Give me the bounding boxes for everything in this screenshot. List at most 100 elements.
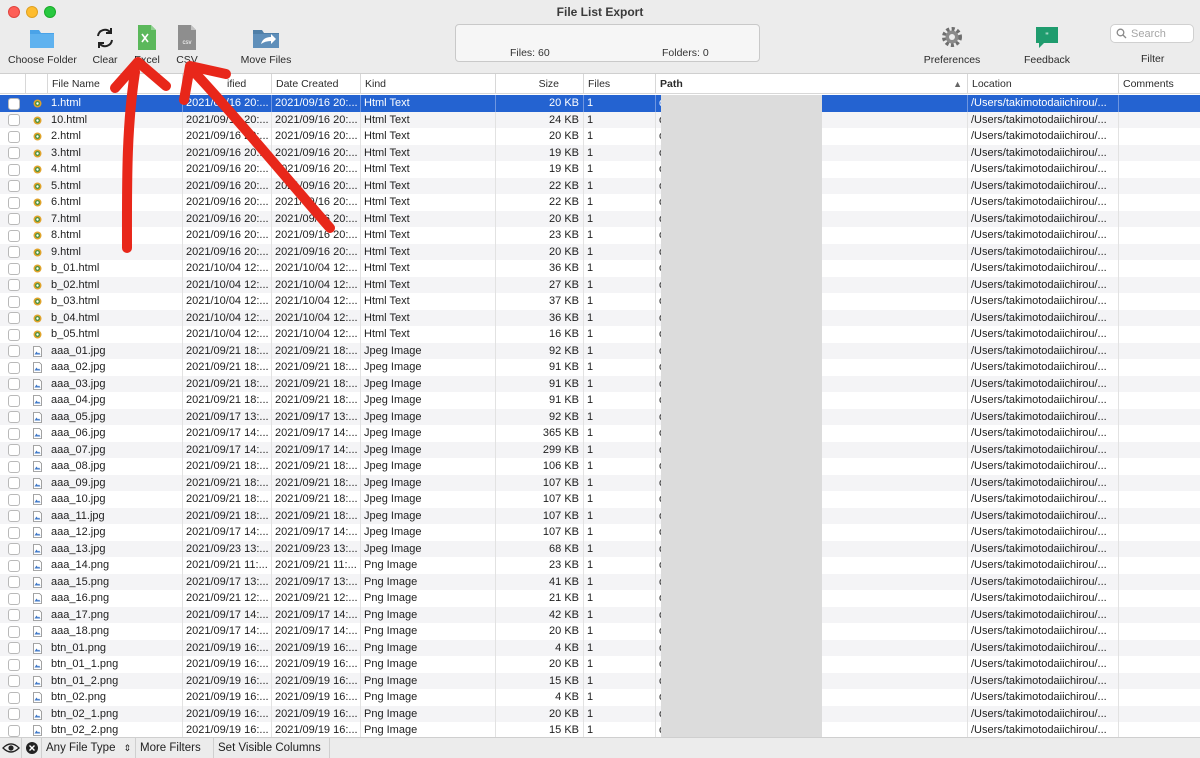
table-row[interactable]: aaa_13.jpg 2021/09/23 13:... 2021/09/23 13… [0,540,1200,558]
cell-comments[interactable] [1119,640,1200,657]
row-checkbox[interactable] [8,691,20,704]
cell-comments[interactable] [1119,128,1200,145]
row-checkbox[interactable] [8,526,20,539]
row-checkbox[interactable] [8,312,20,324]
row-checkbox[interactable] [8,658,20,671]
table-row[interactable]: 1.html 2021/09/16 20:... 2021/09/16 20:...… [0,95,1200,112]
cell-comments[interactable] [1119,607,1200,624]
row-checkbox[interactable] [8,246,20,258]
table-row[interactable]: b_02.html 2021/10/04 12:... 2021/10/04 12:… [0,276,1200,294]
header-path[interactable]: Path ▲ [656,74,968,94]
table-row[interactable]: aaa_07.jpg 2021/09/17 14:... 2021/09/17 14… [0,441,1200,459]
cell-comments[interactable] [1119,574,1200,591]
table-row[interactable]: aaa_17.png 2021/09/17 14:... 2021/09/17 14… [0,606,1200,624]
header-date-created[interactable]: Date Created [272,74,361,94]
table-row[interactable]: btn_01.png 2021/09/19 16:... 2021/09/19 16… [0,639,1200,657]
cell-comments[interactable] [1119,112,1200,129]
table-row[interactable]: aaa_03.jpg 2021/09/21 18:... 2021/09/21 18… [0,375,1200,393]
row-checkbox[interactable] [8,262,20,275]
search-box[interactable] [1110,24,1194,43]
cell-comments[interactable] [1119,442,1200,459]
cell-comments[interactable] [1119,211,1200,228]
cell-comments[interactable] [1119,244,1200,261]
row-checkbox[interactable] [8,675,20,687]
row-checkbox[interactable] [8,114,20,126]
cell-comments[interactable] [1119,194,1200,211]
table-row[interactable]: aaa_16.png 2021/09/21 12:... 2021/09/21 12… [0,590,1200,607]
cell-comments[interactable] [1119,623,1200,640]
cell-comments[interactable] [1119,260,1200,277]
clear-button[interactable]: Clear [88,24,122,66]
cell-comments[interactable] [1119,541,1200,558]
more-filters-button[interactable]: More Filters [136,738,214,758]
row-checkbox[interactable] [8,576,20,588]
cell-comments[interactable] [1119,656,1200,673]
table-row[interactable]: aaa_11.jpg 2021/09/21 18:... 2021/09/21 18… [0,507,1200,525]
cell-comments[interactable] [1119,277,1200,294]
row-checkbox[interactable] [8,180,20,192]
cell-comments[interactable] [1119,491,1200,508]
header-checkbox-column[interactable] [0,74,26,94]
table-row[interactable]: aaa_06.jpg 2021/09/17 14:... 2021/09/17 14… [0,425,1200,442]
row-checkbox[interactable] [8,213,20,225]
table-row[interactable]: aaa_04.jpg 2021/09/21 18:... 2021/09/21 18… [0,392,1200,409]
cell-comments[interactable] [1119,508,1200,525]
row-checkbox[interactable] [8,279,20,291]
table-row[interactable]: aaa_12.jpg 2021/09/17 14:... 2021/09/17 14… [0,524,1200,541]
cell-comments[interactable] [1119,673,1200,690]
row-checkbox[interactable] [8,328,20,341]
table-row[interactable]: btn_02.png 2021/09/19 16:... 2021/09/19 16… [0,689,1200,706]
cell-comments[interactable] [1119,590,1200,607]
row-checkbox[interactable] [8,510,20,522]
cell-comments[interactable] [1119,409,1200,426]
row-checkbox[interactable] [8,196,20,209]
header-location[interactable]: Location [968,74,1119,94]
cell-comments[interactable] [1119,326,1200,343]
row-checkbox[interactable] [8,345,20,357]
row-checkbox[interactable] [8,444,20,456]
table-row[interactable]: b_03.html 2021/10/04 12:... 2021/10/04 12:… [0,293,1200,310]
cell-comments[interactable] [1119,145,1200,162]
cell-comments[interactable] [1119,722,1200,737]
table-row[interactable]: 7.html 2021/09/16 20:... 2021/09/16 20:...… [0,210,1200,228]
table-row[interactable]: 9.html 2021/09/16 20:... 2021/09/16 20:...… [0,243,1200,261]
row-checkbox[interactable] [8,427,20,440]
cell-comments[interactable] [1119,689,1200,706]
row-checkbox[interactable] [8,394,20,407]
table-row[interactable]: aaa_09.jpg 2021/09/21 18:... 2021/09/21 18… [0,474,1200,491]
cell-comments[interactable] [1119,343,1200,360]
cell-comments[interactable] [1119,425,1200,442]
header-file-name[interactable]: File Name [48,74,183,94]
row-checkbox[interactable] [8,559,20,572]
row-checkbox[interactable] [8,295,20,308]
table-row[interactable]: aaa_10.jpg 2021/09/21 18:... 2021/09/21 18… [0,491,1200,508]
header-size[interactable]: Size [496,74,584,94]
row-checkbox[interactable] [8,477,20,489]
table-row[interactable]: aaa_15.png 2021/09/17 13:... 2021/09/17 13… [0,573,1200,591]
table-row[interactable]: btn_01_1.png 2021/09/19 16:... 2021/09/19 … [0,656,1200,673]
row-checkbox[interactable] [8,642,20,654]
table-row[interactable]: aaa_05.jpg 2021/09/17 13:... 2021/09/17 13… [0,408,1200,426]
table-row[interactable]: btn_01_2.png 2021/09/19 16:... 2021/09/19 … [0,672,1200,690]
table-row[interactable]: aaa_02.jpg 2021/09/21 18:... 2021/09/21 18… [0,359,1200,376]
row-checkbox[interactable] [8,609,20,621]
excel-export-button[interactable]: Excel [132,24,162,66]
cell-comments[interactable] [1119,392,1200,409]
table-row[interactable]: btn_02_1.png 2021/09/19 16:... 2021/09/19 … [0,705,1200,722]
header-icon-column[interactable] [26,74,48,94]
table-row[interactable]: 3.html 2021/09/16 20:... 2021/09/16 20:...… [0,144,1200,162]
table-row[interactable]: aaa_01.jpg 2021/09/21 18:... 2021/09/21 18… [0,342,1200,360]
visibility-toggle[interactable] [0,738,22,758]
search-input[interactable] [1131,26,1191,41]
header-comments[interactable]: Comments [1119,74,1200,94]
row-checkbox[interactable] [8,543,20,555]
table-row[interactable]: 6.html 2021/09/16 20:... 2021/09/16 20:...… [0,194,1200,211]
cell-comments[interactable] [1119,161,1200,178]
cell-comments[interactable] [1119,359,1200,376]
table-row[interactable]: aaa_14.png 2021/09/21 11:... 2021/09/21 11… [0,557,1200,574]
row-checkbox[interactable] [8,229,20,242]
row-checkbox[interactable] [8,130,20,143]
row-checkbox[interactable] [8,493,20,506]
cell-comments[interactable] [1119,376,1200,393]
row-checkbox[interactable] [8,97,20,110]
